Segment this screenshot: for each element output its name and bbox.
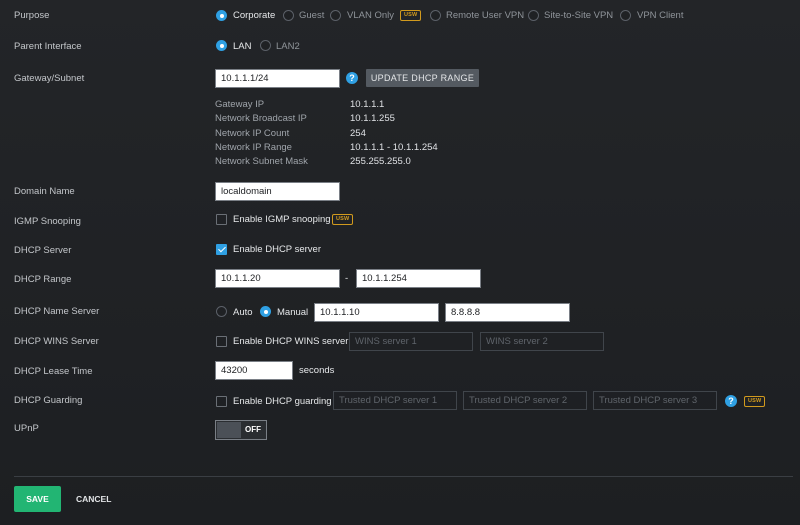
interface-lan-radio[interactable] xyxy=(216,40,227,51)
trusted-dhcp-server-3-input[interactable]: Trusted DHCP server 3 xyxy=(593,391,717,410)
info-broadcast-key: Network Broadcast IP xyxy=(215,113,307,124)
wins-checkbox[interactable] xyxy=(216,336,227,347)
info-gateway-ip-key: Gateway IP xyxy=(215,99,265,110)
dhcp-range-label: DHCP Range xyxy=(14,274,72,285)
purpose-guest-radio[interactable] xyxy=(283,10,294,21)
purpose-vlan-only-label[interactable]: VLAN Only xyxy=(347,10,394,21)
name-server-manual-label[interactable]: Manual xyxy=(277,307,308,318)
dhcp-wins-server-label: DHCP WINS Server xyxy=(14,336,99,347)
dhcp-guarding-checkbox-label[interactable]: Enable DHCP guarding xyxy=(233,396,332,407)
purpose-corporate-radio[interactable] xyxy=(216,10,227,21)
dhcp-lease-time-label: DHCP Lease Time xyxy=(14,366,93,377)
purpose-site-vpn-radio[interactable] xyxy=(528,10,539,21)
info-broadcast-value: 10.1.1.255 xyxy=(350,113,395,124)
lease-time-unit: seconds xyxy=(299,365,335,376)
upnp-toggle-state: OFF xyxy=(245,425,261,434)
purpose-vpn-client-radio[interactable] xyxy=(620,10,631,21)
save-button[interactable]: SAVE xyxy=(14,486,61,512)
upnp-toggle[interactable]: OFF xyxy=(215,420,267,440)
usw-badge: USW xyxy=(332,214,354,225)
wins-server-2-input[interactable]: WINS server 2 xyxy=(480,332,604,351)
info-ip-count-key: Network IP Count xyxy=(215,128,290,139)
usw-badge: USW xyxy=(400,10,422,21)
purpose-vpn-client-label[interactable]: VPN Client xyxy=(637,10,683,21)
help-icon[interactable]: ? xyxy=(725,395,737,407)
update-dhcp-range-button[interactable]: UPDATE DHCP RANGE xyxy=(366,69,479,87)
name-server-2-input[interactable]: 8.8.8.8 xyxy=(445,303,570,322)
domain-name-input[interactable]: localdomain xyxy=(215,182,340,201)
purpose-corporate-label[interactable]: Corporate xyxy=(233,10,275,21)
domain-name-label: Domain Name xyxy=(14,186,75,197)
toggle-knob xyxy=(217,422,241,438)
gateway-subnet-input[interactable]: 10.1.1.1/24 xyxy=(215,69,340,88)
purpose-remote-vpn-radio[interactable] xyxy=(430,10,441,21)
dhcp-guarding-checkbox[interactable] xyxy=(216,396,227,407)
interface-lan2-radio[interactable] xyxy=(260,40,271,51)
purpose-site-vpn-label[interactable]: Site-to-Site VPN xyxy=(544,10,613,21)
gateway-subnet-label: Gateway/Subnet xyxy=(14,73,85,84)
dhcp-server-label: DHCP Server xyxy=(14,245,72,256)
trusted-dhcp-server-2-input[interactable]: Trusted DHCP server 2 xyxy=(463,391,587,410)
name-server-manual-radio[interactable] xyxy=(260,306,271,317)
interface-lan2-label[interactable]: LAN2 xyxy=(276,41,300,52)
info-gateway-ip-value: 10.1.1.1 xyxy=(350,99,385,110)
upnp-label: UPnP xyxy=(14,423,39,434)
info-subnet-mask-key: Network Subnet Mask xyxy=(215,156,308,167)
wins-checkbox-label[interactable]: Enable DHCP WINS server xyxy=(233,336,348,347)
wins-server-1-input[interactable]: WINS server 1 xyxy=(349,332,473,351)
info-ip-range-value: 10.1.1.1 - 10.1.1.254 xyxy=(350,142,438,153)
dhcp-guarding-label: DHCP Guarding xyxy=(14,395,83,406)
trusted-dhcp-server-1-input[interactable]: Trusted DHCP server 1 xyxy=(333,391,457,410)
help-icon[interactable]: ? xyxy=(346,72,358,84)
lease-time-input[interactable]: 43200 xyxy=(215,361,293,380)
dhcp-range-end-input[interactable]: 10.1.1.254 xyxy=(356,269,481,288)
cancel-button[interactable]: CANCEL xyxy=(76,486,111,512)
igmp-snooping-label: IGMP Snooping xyxy=(14,216,81,227)
usw-badge: USW xyxy=(744,396,766,407)
purpose-label: Purpose xyxy=(14,10,50,21)
info-ip-range-key: Network IP Range xyxy=(215,142,292,153)
dhcp-server-checkbox-label[interactable]: Enable DHCP server xyxy=(233,244,321,255)
name-server-1-input[interactable]: 10.1.1.10 xyxy=(314,303,439,322)
dhcp-range-start-input[interactable]: 10.1.1.20 xyxy=(215,269,340,288)
igmp-checkbox[interactable] xyxy=(216,214,227,225)
name-server-auto-label[interactable]: Auto xyxy=(233,307,253,318)
purpose-vlan-only-radio[interactable] xyxy=(330,10,341,21)
info-ip-count-value: 254 xyxy=(350,128,366,139)
footer-divider xyxy=(14,476,793,477)
purpose-guest-label[interactable]: Guest xyxy=(299,10,324,21)
dhcp-name-server-label: DHCP Name Server xyxy=(14,306,100,317)
info-subnet-mask-value: 255.255.255.0 xyxy=(350,156,411,167)
parent-interface-label: Parent Interface xyxy=(14,41,82,52)
dhcp-range-separator: - xyxy=(345,273,349,284)
purpose-remote-vpn-label[interactable]: Remote User VPN xyxy=(446,10,524,21)
name-server-auto-radio[interactable] xyxy=(216,306,227,317)
interface-lan-label[interactable]: LAN xyxy=(233,41,251,52)
igmp-checkbox-label[interactable]: Enable IGMP snooping xyxy=(233,214,331,225)
dhcp-server-checkbox[interactable] xyxy=(216,244,227,255)
